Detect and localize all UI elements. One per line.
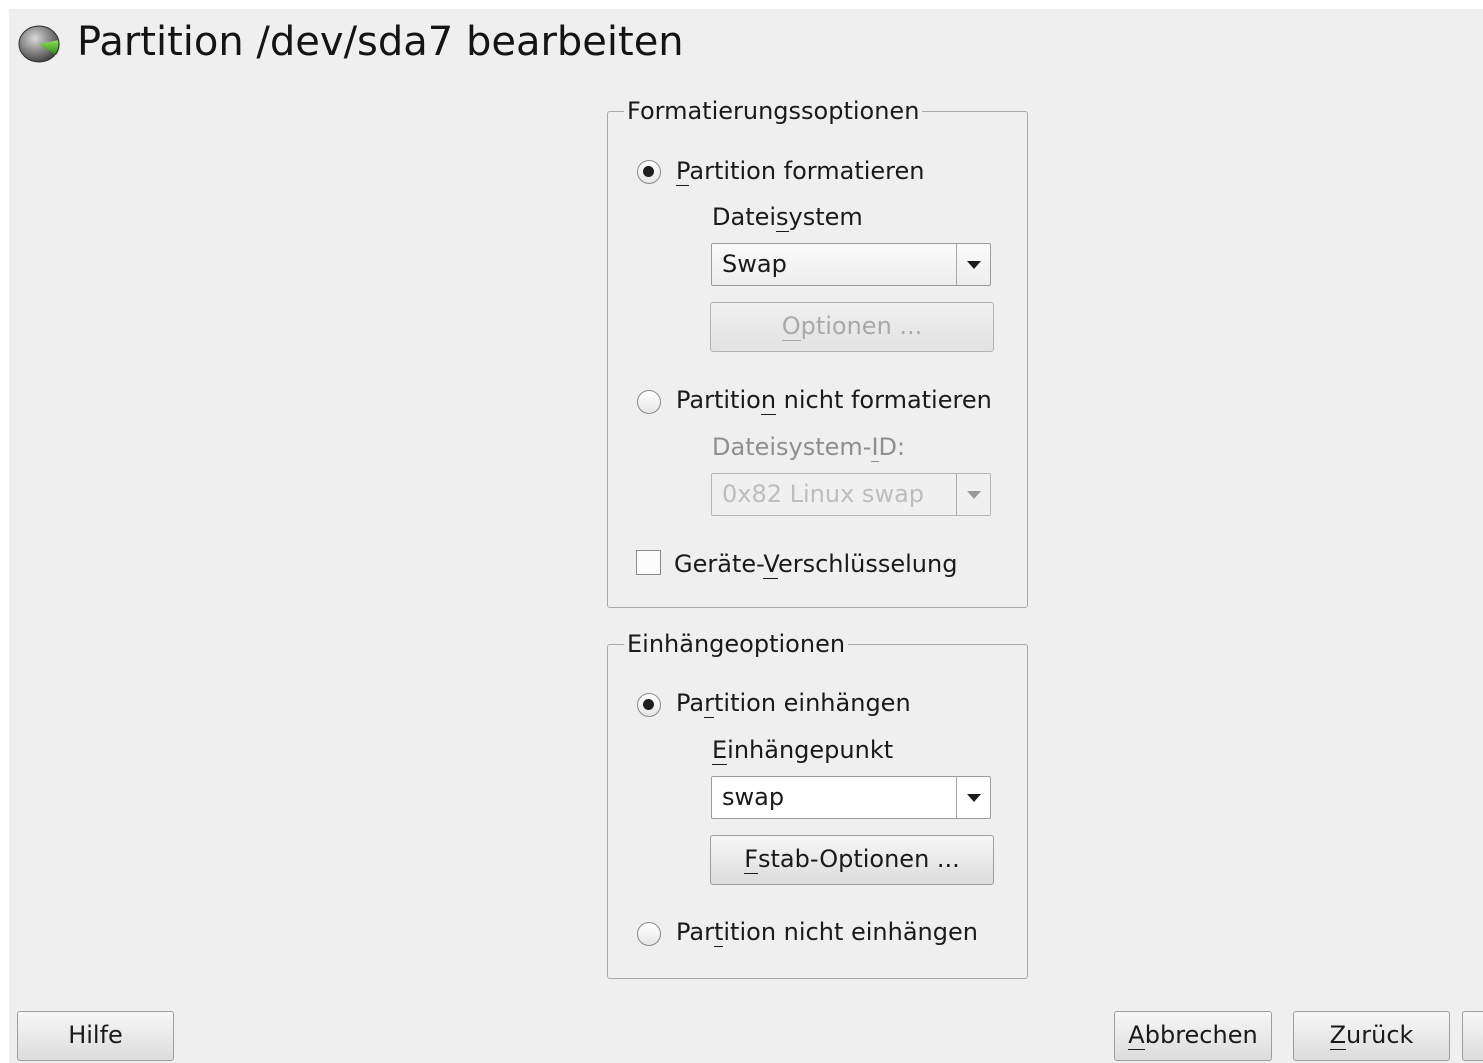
no-mount-partition-radio[interactable] <box>637 922 661 946</box>
format-partition-label[interactable]: Partition formatieren <box>676 155 924 187</box>
back-button[interactable]: Zurück <box>1293 1011 1450 1061</box>
chevron-down-icon[interactable] <box>956 474 990 515</box>
format-partition-label-text: artition formatieren <box>689 157 925 185</box>
mountpoint-combobox[interactable]: swap <box>711 776 991 819</box>
filesystem-label: Dateisystem <box>712 203 863 232</box>
filesystem-value: Swap <box>722 250 787 278</box>
chevron-down-icon[interactable] <box>956 777 990 818</box>
mountpoint-value[interactable]: swap <box>722 781 784 813</box>
no-format-partition-radio[interactable] <box>637 390 661 414</box>
filesystem-id-value: 0x82 Linux swap <box>722 480 925 508</box>
cancel-button[interactable]: Abbrechen <box>1114 1011 1272 1061</box>
filesystem-id-combobox[interactable]: 0x82 Linux swap <box>711 473 991 516</box>
mount-partition-label[interactable]: Partition einhängen <box>676 687 911 719</box>
encryption-label[interactable]: Geräte-Verschlüsselung <box>674 548 957 580</box>
filesystem-combobox[interactable]: Swap <box>711 243 991 286</box>
help-button[interactable]: Hilfe <box>17 1011 174 1061</box>
encryption-checkbox[interactable] <box>636 550 661 575</box>
mountpoint-label: Einhängepunkt <box>712 736 894 765</box>
page-title: Partition /dev/sda7 bearbeiten <box>77 19 684 65</box>
radio-selected-dot <box>643 699 654 710</box>
chevron-down-icon[interactable] <box>956 244 990 285</box>
next-button[interactable] <box>1462 1011 1483 1061</box>
fstab-options-button[interactable]: Fstab-Optionen ... <box>710 835 994 885</box>
no-mount-partition-label[interactable]: Partition nicht einhängen <box>676 916 978 948</box>
format-options-legend: Formatierungssoptionen <box>624 94 923 128</box>
disk-partition-icon <box>18 25 60 63</box>
filesystem-id-label: Dateisystem-ID: <box>712 433 906 462</box>
format-partition-radio[interactable] <box>637 160 661 184</box>
radio-selected-dot <box>643 166 654 177</box>
mount-options-legend: Einhängeoptionen <box>624 627 849 661</box>
mount-partition-radio[interactable] <box>637 693 661 717</box>
options-button[interactable]: Optionen ... <box>710 302 994 352</box>
no-format-partition-label[interactable]: Partition nicht formatieren <box>676 384 992 416</box>
